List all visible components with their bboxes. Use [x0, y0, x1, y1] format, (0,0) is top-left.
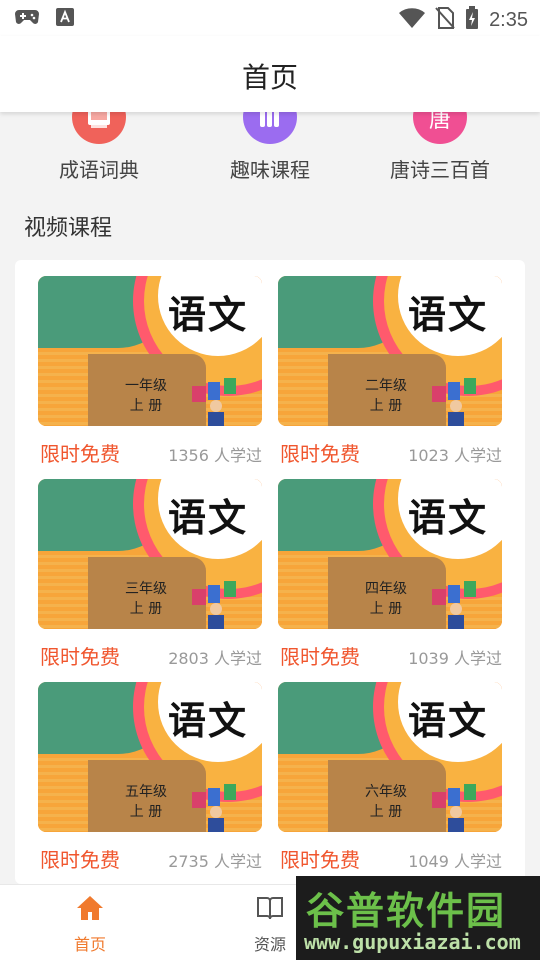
course-card[interactable]: 语文 五年级上 册 限时免费 2735 人学过 — [38, 682, 262, 880]
app-header: 首页 — [0, 36, 540, 112]
grade-label: 五年级 — [125, 784, 167, 800]
term-label: 上 册 — [129, 601, 163, 617]
grade-label: 一年级 — [125, 378, 167, 394]
tab-label: 首页 — [73, 935, 106, 954]
course-cover: 语文 六年级上 册 — [278, 682, 502, 832]
battery-charging-icon — [465, 6, 479, 35]
course-cover: 语文 一年级上 册 — [38, 276, 262, 426]
wifi-icon — [399, 7, 426, 34]
children-illustration-icon — [192, 581, 236, 629]
grade-label: 二年级 — [365, 378, 407, 394]
children-illustration-icon — [192, 784, 236, 832]
category-shortcuts: 成语词典 趣味课程 唐 唐诗三百首 — [0, 90, 540, 202]
open-book-icon — [257, 897, 283, 920]
grade-label: 三年级 — [125, 581, 167, 597]
course-card[interactable]: 语文 四年级上 册 限时免费 1039 人学过 — [278, 479, 502, 677]
course-card[interactable]: 语文 二年级上 册 限时免费 1023 人学过 — [278, 276, 502, 474]
course-card[interactable]: 语文 一年级上 册 限时免费 1356 人学过 — [38, 276, 262, 474]
grade-label: 四年级 — [365, 581, 407, 597]
learner-count: 1049 人学过 — [408, 852, 502, 871]
term-label: 上 册 — [369, 601, 403, 617]
category-fun-courses[interactable]: 趣味课程 — [185, 90, 355, 183]
category-label: 唐诗三百首 — [390, 158, 490, 182]
tab-home[interactable]: 首页 — [50, 893, 130, 955]
children-illustration-icon — [432, 581, 476, 629]
home-icon — [77, 896, 103, 920]
section-title: 视频课程 — [24, 216, 113, 241]
category-tang-poems[interactable]: 唐 唐诗三百首 — [355, 90, 525, 183]
price-tag: 限时免费 — [280, 442, 360, 466]
no-sim-icon — [435, 7, 455, 34]
text-notification-icon — [56, 8, 74, 30]
course-cover: 语文 三年级上 册 — [38, 479, 262, 629]
clock: 2:35 — [489, 9, 528, 31]
children-illustration-icon — [192, 378, 236, 426]
term-label: 上 册 — [129, 398, 163, 414]
price-tag: 限时免费 — [280, 848, 360, 872]
course-grid: 语文 一年级上 册 限时免费 1356 人学过 语文 二年级上 册 限时免费 1… — [15, 260, 525, 884]
learner-count: 2803 人学过 — [168, 649, 262, 668]
price-tag: 限时免费 — [40, 442, 120, 466]
course-cover: 语文 二年级上 册 — [278, 276, 502, 426]
learner-count: 1023 人学过 — [408, 446, 502, 465]
course-cover: 语文 五年级上 册 — [38, 682, 262, 832]
page-title: 首页 — [241, 61, 298, 94]
course-card[interactable]: 语文 六年级上 册 限时免费 1049 人学过 — [278, 682, 502, 880]
children-illustration-icon — [432, 784, 476, 832]
children-illustration-icon — [432, 378, 476, 426]
gamepad-icon — [14, 8, 40, 30]
grade-label: 六年级 — [365, 784, 407, 800]
category-idiom-dictionary[interactable]: 成语词典 — [14, 90, 184, 183]
learner-count: 1356 人学过 — [168, 446, 262, 465]
term-label: 上 册 — [369, 804, 403, 820]
watermark: 谷普软件园 www.gupuxiazai.com — [296, 876, 540, 960]
category-label: 成语词典 — [59, 158, 139, 182]
watermark-url: www.gupuxiazai.com — [304, 930, 521, 954]
price-tag: 限时免费 — [40, 645, 120, 669]
price-tag: 限时免费 — [280, 645, 360, 669]
status-bar: 2:35 — [0, 0, 540, 36]
category-label: 趣味课程 — [230, 158, 310, 182]
price-tag: 限时免费 — [40, 848, 120, 872]
course-cover: 语文 四年级上 册 — [278, 479, 502, 629]
term-label: 上 册 — [369, 398, 403, 414]
watermark-title: 谷普软件园 — [306, 889, 507, 933]
learner-count: 2735 人学过 — [168, 852, 262, 871]
learner-count: 1039 人学过 — [408, 649, 502, 668]
term-label: 上 册 — [129, 804, 163, 820]
course-card[interactable]: 语文 三年级上 册 限时免费 2803 人学过 — [38, 479, 262, 677]
